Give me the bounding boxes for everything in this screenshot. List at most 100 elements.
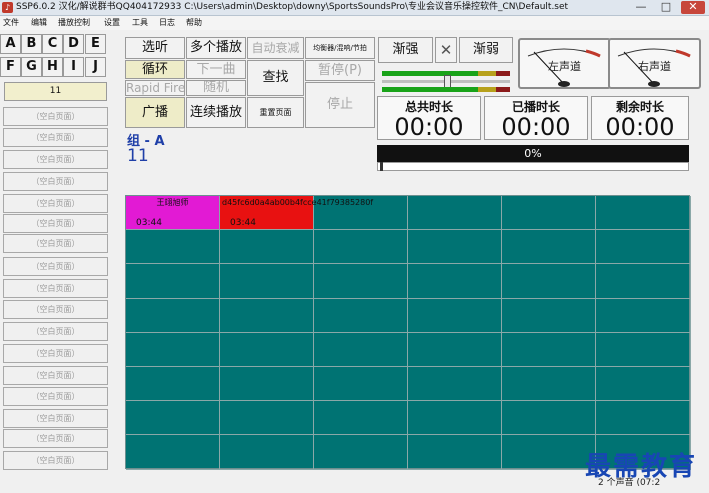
empty-sound-slot[interactable] (408, 435, 502, 470)
empty-sound-slot[interactable] (596, 196, 691, 230)
empty-sound-slot[interactable] (596, 299, 691, 333)
empty-page-button[interactable]: （空白页面） (3, 107, 108, 126)
auto-fade-button[interactable]: 自动衰减 (247, 37, 304, 59)
empty-page-button[interactable]: （空白页面） (3, 409, 108, 428)
empty-page-button[interactable]: （空白页面） (3, 451, 108, 470)
empty-sound-slot[interactable] (408, 333, 502, 367)
close-button[interactable]: ✕ (681, 1, 705, 14)
eq-reverb-button[interactable]: 均衡器/混响/节拍 (305, 37, 375, 59)
group-button-g[interactable]: G (21, 57, 42, 77)
empty-sound-slot[interactable] (502, 401, 596, 435)
empty-sound-slot[interactable] (596, 401, 691, 435)
empty-sound-slot[interactable] (314, 196, 408, 230)
empty-sound-slot[interactable] (126, 367, 220, 401)
empty-sound-slot[interactable] (596, 367, 691, 401)
empty-sound-slot[interactable] (408, 299, 502, 333)
empty-sound-slot[interactable] (596, 333, 691, 367)
empty-sound-slot[interactable] (220, 435, 314, 470)
empty-sound-slot[interactable] (314, 401, 408, 435)
empty-page-button[interactable]: （空白页面） (3, 300, 108, 319)
empty-sound-slot[interactable] (502, 333, 596, 367)
menu-settings[interactable]: 设置 (104, 16, 120, 30)
empty-sound-slot[interactable] (126, 264, 220, 299)
group-button-b[interactable]: B (21, 34, 42, 54)
empty-sound-slot[interactable] (314, 435, 408, 470)
empty-sound-slot[interactable] (596, 264, 691, 299)
sound-button[interactable]: 王翊旭师 03:44 (126, 196, 220, 230)
fade-cancel-button[interactable]: ✕ (435, 37, 457, 63)
empty-sound-slot[interactable] (220, 299, 314, 333)
group-button-h[interactable]: H (42, 57, 63, 77)
group-button-a[interactable]: A (0, 34, 21, 54)
empty-page-button[interactable]: （空白页面） (3, 387, 108, 406)
empty-sound-slot[interactable] (502, 264, 596, 299)
multi-play-button[interactable]: 多个播放 (186, 37, 246, 59)
empty-sound-slot[interactable] (220, 367, 314, 401)
pause-button[interactable]: 暂停(P) (305, 60, 375, 81)
empty-sound-slot[interactable] (126, 333, 220, 367)
stop-button[interactable]: 停止 (305, 82, 375, 128)
empty-sound-slot[interactable] (596, 230, 691, 264)
empty-sound-slot[interactable] (502, 196, 596, 230)
minimize-button[interactable]: — (631, 1, 651, 14)
group-button-e[interactable]: E (85, 34, 106, 54)
empty-sound-slot[interactable] (126, 401, 220, 435)
empty-page-button[interactable]: （空白页面） (3, 366, 108, 385)
broadcast-button[interactable]: 广播 (125, 97, 185, 128)
group-button-c[interactable]: C (42, 34, 63, 54)
empty-sound-slot[interactable] (314, 230, 408, 264)
empty-sound-slot[interactable] (126, 299, 220, 333)
empty-sound-slot[interactable] (220, 401, 314, 435)
empty-page-button[interactable]: （空白页面） (3, 234, 108, 253)
empty-sound-slot[interactable] (408, 196, 502, 230)
menu-help[interactable]: 帮助 (186, 16, 202, 30)
search-button[interactable]: 查找 (247, 60, 304, 96)
empty-sound-slot[interactable] (502, 367, 596, 401)
group-button-i[interactable]: I (63, 57, 84, 77)
empty-sound-slot[interactable] (314, 333, 408, 367)
loop-button[interactable]: 循环 (125, 60, 185, 79)
audition-button[interactable]: 选听 (125, 37, 185, 59)
menu-log[interactable]: 日志 (159, 16, 175, 30)
maximize-button[interactable]: □ (656, 1, 676, 14)
empty-sound-slot[interactable] (502, 230, 596, 264)
empty-sound-slot[interactable] (220, 333, 314, 367)
empty-page-button[interactable]: （空白页面） (3, 214, 108, 233)
sound-button[interactable]: d45fc6d0a4ab00b4fcce41f79385280f 03:44 (220, 196, 373, 230)
empty-sound-slot[interactable] (314, 299, 408, 333)
empty-page-button[interactable]: （空白页面） (3, 150, 108, 169)
empty-sound-slot[interactable] (408, 264, 502, 299)
group-button-f[interactable]: F (0, 57, 21, 77)
empty-sound-slot[interactable] (220, 230, 314, 264)
empty-sound-slot[interactable] (126, 435, 220, 470)
menu-file[interactable]: 文件 (3, 16, 19, 30)
empty-sound-slot[interactable] (220, 264, 314, 299)
group-button-j[interactable]: J (85, 57, 106, 77)
rapid-fire-button[interactable]: Rapid Fire (125, 80, 185, 96)
empty-sound-slot[interactable] (314, 264, 408, 299)
position-slider-thumb[interactable] (380, 162, 383, 171)
reset-page-button[interactable]: 重置页面 (247, 97, 304, 128)
continuous-play-button[interactable]: 连续播放 (186, 97, 246, 128)
empty-sound-slot[interactable] (408, 401, 502, 435)
menu-tools[interactable]: 工具 (132, 16, 148, 30)
empty-page-button[interactable]: （空白页面） (3, 279, 108, 298)
random-button[interactable]: 随机 (186, 80, 246, 96)
empty-page-button[interactable]: （空白页面） (3, 128, 108, 147)
empty-page-button[interactable]: （空白页面） (3, 172, 108, 191)
empty-page-button[interactable]: （空白页面） (3, 194, 108, 213)
empty-page-button[interactable]: （空白页面） (3, 322, 108, 341)
page-number-field[interactable]: 11 (4, 82, 107, 101)
menu-playback[interactable]: 播放控制 (58, 16, 90, 30)
empty-sound-slot[interactable] (502, 435, 596, 470)
menu-edit[interactable]: 编辑 (31, 16, 47, 30)
fade-out-button[interactable]: 渐弱 (459, 37, 513, 63)
empty-page-button[interactable]: （空白页面） (3, 429, 108, 448)
empty-sound-slot[interactable] (126, 230, 220, 264)
empty-sound-slot[interactable] (408, 230, 502, 264)
empty-sound-slot[interactable] (502, 299, 596, 333)
empty-sound-slot[interactable] (408, 367, 502, 401)
empty-page-button[interactable]: （空白页面） (3, 344, 108, 363)
group-button-d[interactable]: D (63, 34, 84, 54)
position-slider[interactable] (377, 162, 689, 171)
